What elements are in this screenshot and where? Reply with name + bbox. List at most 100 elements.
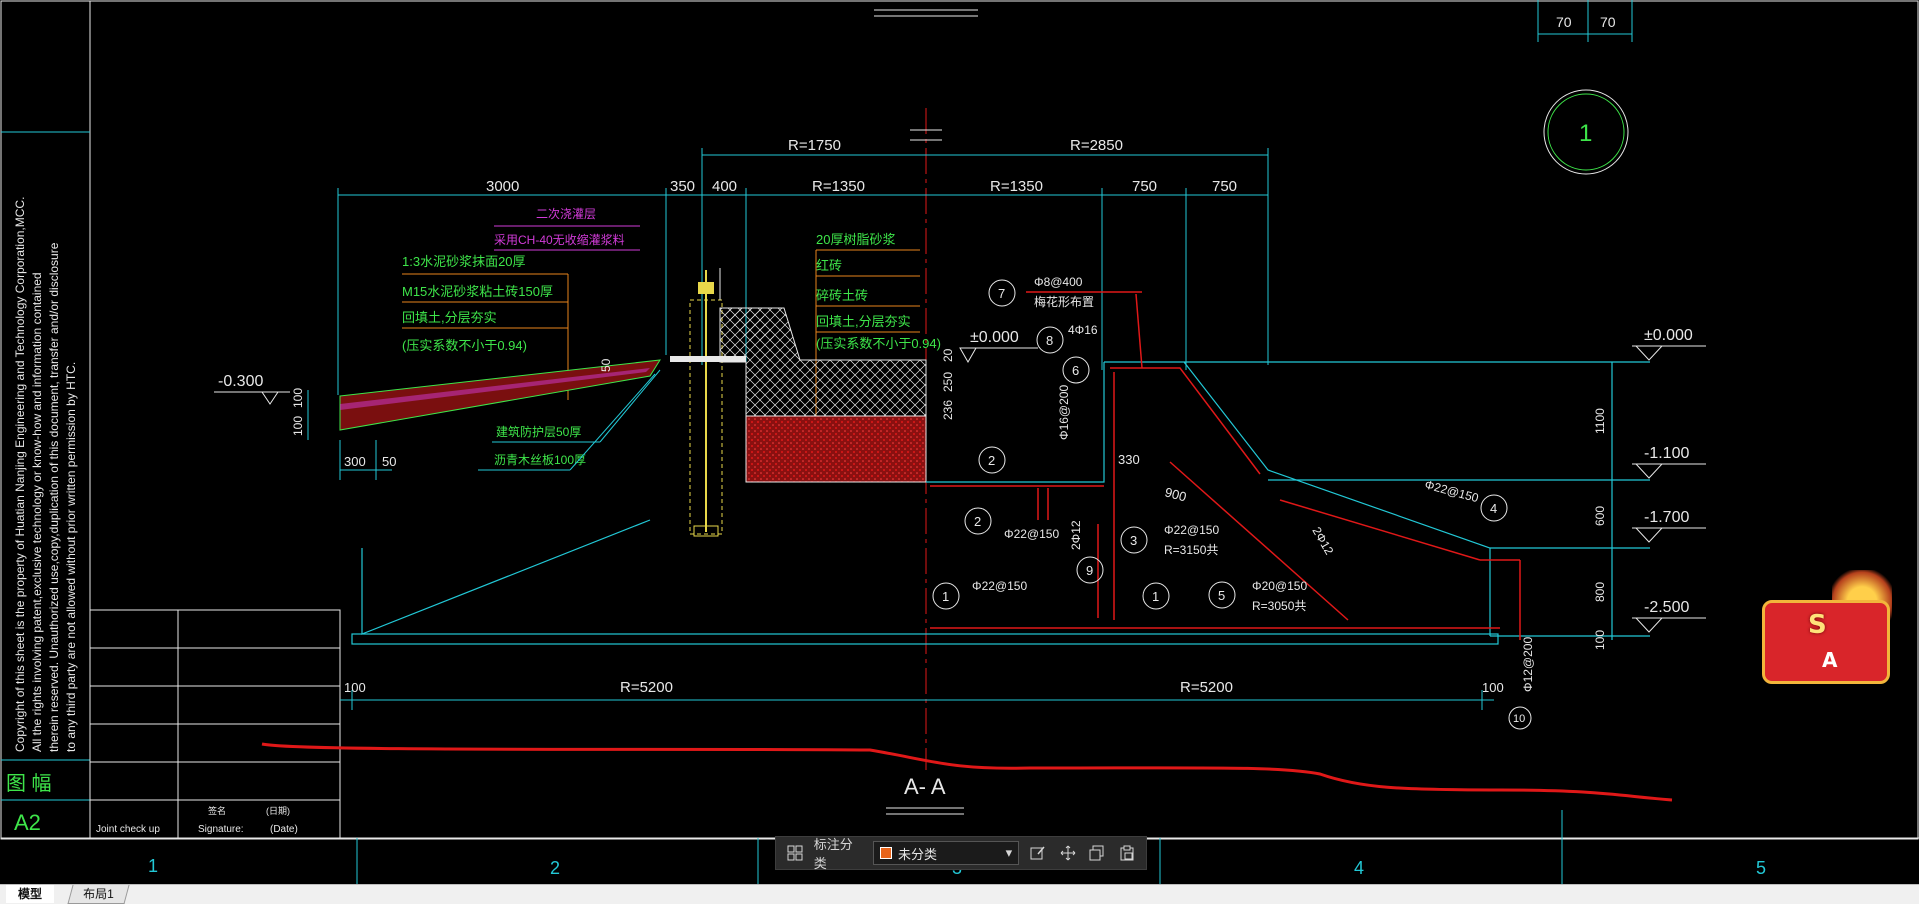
level-minus-0300: -0.300 [218, 373, 263, 390]
svg-text:4Φ16: 4Φ16 [1068, 323, 1098, 337]
svg-text:2: 2 [974, 514, 981, 529]
svg-text:Φ20@150: Φ20@150 [1252, 579, 1307, 593]
svg-text:2: 2 [988, 453, 995, 468]
radius-1350-a: R=1350 [812, 178, 865, 195]
svg-text:-1.700: -1.700 [1644, 509, 1689, 526]
move-icon[interactable] [1057, 842, 1079, 864]
note-grout-layer: 二次浇灌层 [536, 207, 596, 221]
svg-text:回填土,分层夯实: 回填土,分层夯实 [402, 310, 497, 325]
radius-1750: R=1750 [788, 137, 841, 154]
dim-236: 236 [941, 400, 955, 420]
sheet-border [0, 0, 1919, 840]
floating-app-badge[interactable]: S A [1762, 570, 1896, 690]
svg-text:梅花形布置: 梅花形布置 [1034, 294, 1094, 309]
svg-text:1: 1 [942, 589, 949, 604]
svg-text:5: 5 [1756, 858, 1766, 878]
svg-text:9: 9 [1086, 563, 1093, 578]
dim-300-small: 300 [344, 454, 366, 469]
dim-50-vert: 50 [599, 358, 613, 372]
svg-text:to any third party are not all: to any third party are not allowed witho… [64, 362, 78, 752]
svg-text:2: 2 [550, 858, 560, 878]
note-asphalt-board: 沥青木丝板100厚 [494, 453, 586, 467]
note-grout-material: 采用CH-40无收缩灌浆料 [494, 232, 625, 247]
svg-text:5: 5 [1218, 588, 1225, 603]
svg-text:3: 3 [1130, 533, 1137, 548]
svg-text:碎砖土砖: 碎砖土砖 [816, 288, 868, 303]
copy-icon[interactable] [1087, 842, 1109, 864]
right-vertical-dims: 1100 600 800 100 [1593, 408, 1607, 650]
svg-text:Φ22@150: Φ22@150 [972, 579, 1027, 593]
svg-text:Φ12@200: Φ12@200 [1521, 637, 1535, 692]
radius-5200-right: R=5200 [1180, 679, 1233, 696]
svg-text:8: 8 [1046, 333, 1053, 348]
svg-text:Φ22@150: Φ22@150 [1004, 527, 1059, 541]
dim-750-a: 750 [1132, 178, 1157, 195]
rebar-mark-numbers: 7 8 6 2 2 3 9 1 1 5 4 10 [942, 286, 1525, 725]
dim-100-right: 100 [1482, 680, 1504, 695]
drawing-canvas[interactable]: Copyright of this sheet is the property … [0, 0, 1919, 884]
svg-text:红砖: 红砖 [816, 258, 842, 273]
dim-330: 330 [1118, 452, 1140, 467]
radius-5200-left: R=5200 [620, 679, 673, 696]
category-value: 未分类 [898, 846, 938, 862]
joint-check-label: Joint check up [96, 824, 160, 835]
grid-icon[interactable] [784, 842, 806, 864]
rebar-labels: Φ8@400 梅花形布置 4Φ16 Φ16@200 Φ22@150 2Φ12 Φ… [972, 275, 1535, 692]
svg-text:-2.500: -2.500 [1644, 599, 1689, 616]
svg-text:6: 6 [1072, 363, 1079, 378]
date-cn: (日期) [266, 806, 290, 816]
rebar-marks [932, 279, 1532, 730]
svg-text:Φ8@400: Φ8@400 [1034, 275, 1083, 289]
layout-tabs: 模型 布局1 [0, 884, 1919, 904]
frame-label: 图 幅 [6, 772, 52, 795]
edit-icon[interactable] [1027, 842, 1049, 864]
svg-text:(压实系数不小于0.94): (压实系数不小于0.94) [816, 336, 941, 351]
note-protection-layer: 建筑防护层50厚 [496, 424, 581, 439]
radius-2850: R=2850 [1070, 137, 1123, 154]
dim-750-b: 750 [1212, 178, 1237, 195]
dim-350: 350 [670, 178, 695, 195]
title-block [89, 609, 341, 839]
radius-1350-b: R=1350 [990, 178, 1043, 195]
category-select[interactable]: 未分类 ▾ [873, 841, 1020, 865]
tab-model[interactable]: 模型 [6, 885, 55, 903]
svg-text:therein reserved. Unauthorized: therein reserved. Unauthorized use,copy,… [47, 242, 61, 752]
svg-text:回填土,分层夯实: 回填土,分层夯实 [816, 314, 911, 329]
dim-20: 20 [941, 348, 955, 362]
svg-text:600: 600 [1593, 506, 1607, 526]
dim-400: 400 [712, 178, 737, 195]
level-zero-mid: ±0.000 [970, 329, 1019, 346]
svg-text:100: 100 [1593, 630, 1607, 650]
badge-text: A [1822, 648, 1838, 672]
signature-label: Signature: [198, 824, 244, 835]
svg-text:±0.000: ±0.000 [1644, 327, 1693, 344]
svg-text:R=3050共: R=3050共 [1252, 599, 1306, 613]
dim-100-vert-b: 100 [291, 416, 305, 436]
backfill-block [745, 415, 927, 483]
dim-50-small: 50 [382, 454, 396, 469]
svg-text:10: 10 [1513, 713, 1525, 725]
top-right-dims [1537, 0, 1633, 42]
tab-layout1[interactable]: 布局1 [67, 885, 130, 904]
svg-text:20厚树脂砂浆: 20厚树脂砂浆 [816, 232, 895, 247]
svg-text:(压实系数不小于0.94): (压实系数不小于0.94) [402, 338, 527, 353]
svg-text:800: 800 [1593, 582, 1607, 602]
category-label: 标注分类 [813, 837, 853, 871]
svg-text:1: 1 [1152, 589, 1159, 604]
badge-letter: S [1808, 610, 1827, 640]
cad-application: Copyright of this sheet is the property … [0, 0, 1919, 904]
date-label: (Date) [270, 824, 298, 835]
svg-text:Φ16@200: Φ16@200 [1057, 385, 1071, 440]
tab-layout1-label: 布局1 [83, 887, 114, 901]
svg-text:4: 4 [1490, 501, 1497, 516]
svg-text:7: 7 [998, 286, 1005, 301]
annotation-stroke [261, 742, 1673, 802]
paste-icon[interactable] [1116, 842, 1138, 864]
svg-text:2Φ12: 2Φ12 [1069, 520, 1083, 550]
svg-text:Φ22@150: Φ22@150 [1423, 477, 1480, 505]
dim-3000: 3000 [486, 178, 519, 195]
annotation-toolbar: 标注分类 未分类 ▾ [775, 836, 1147, 871]
svg-text:4: 4 [1354, 858, 1364, 878]
left-layer-notes: 1:3水泥砂浆抹面20厚 M15水泥砂浆粘土砖150厚 回填土,分层夯实 (压实… [402, 254, 553, 353]
dim-70-a: 70 [1556, 14, 1572, 30]
